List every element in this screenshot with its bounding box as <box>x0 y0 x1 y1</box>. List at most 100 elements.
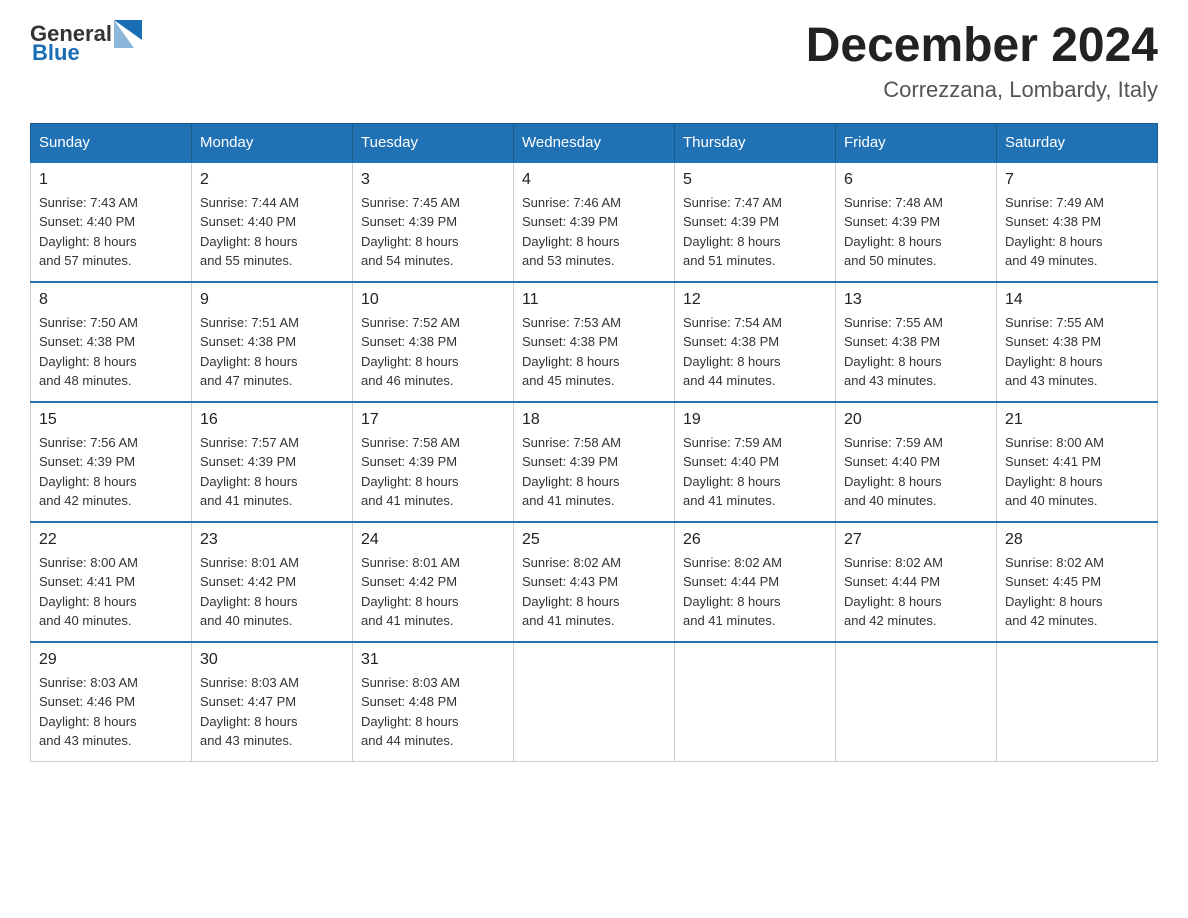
table-row: 14 Sunrise: 7:55 AM Sunset: 4:38 PM Dayl… <box>997 282 1158 402</box>
day-info: Sunrise: 8:00 AM Sunset: 4:41 PM Dayligh… <box>1005 433 1149 511</box>
table-row: 26 Sunrise: 8:02 AM Sunset: 4:44 PM Dayl… <box>675 522 836 642</box>
table-row: 29 Sunrise: 8:03 AM Sunset: 4:46 PM Dayl… <box>31 642 192 762</box>
table-row: 10 Sunrise: 7:52 AM Sunset: 4:38 PM Dayl… <box>353 282 514 402</box>
day-info: Sunrise: 8:01 AM Sunset: 4:42 PM Dayligh… <box>200 553 344 631</box>
day-number: 29 <box>39 651 183 669</box>
day-info: Sunrise: 7:58 AM Sunset: 4:39 PM Dayligh… <box>522 433 666 511</box>
day-number: 21 <box>1005 411 1149 429</box>
day-number: 17 <box>361 411 505 429</box>
table-row: 21 Sunrise: 8:00 AM Sunset: 4:41 PM Dayl… <box>997 402 1158 522</box>
day-info: Sunrise: 7:50 AM Sunset: 4:38 PM Dayligh… <box>39 313 183 391</box>
table-row <box>997 642 1158 762</box>
table-row: 19 Sunrise: 7:59 AM Sunset: 4:40 PM Dayl… <box>675 402 836 522</box>
location-title: Correzzana, Lombardy, Italy <box>806 77 1158 103</box>
header-saturday: Saturday <box>997 123 1158 162</box>
table-row <box>675 642 836 762</box>
table-row: 9 Sunrise: 7:51 AM Sunset: 4:38 PM Dayli… <box>192 282 353 402</box>
table-row: 18 Sunrise: 7:58 AM Sunset: 4:39 PM Dayl… <box>514 402 675 522</box>
day-info: Sunrise: 7:45 AM Sunset: 4:39 PM Dayligh… <box>361 193 505 271</box>
table-row: 8 Sunrise: 7:50 AM Sunset: 4:38 PM Dayli… <box>31 282 192 402</box>
calendar-week-row: 1 Sunrise: 7:43 AM Sunset: 4:40 PM Dayli… <box>31 162 1158 282</box>
day-number: 13 <box>844 291 988 309</box>
day-number: 31 <box>361 651 505 669</box>
calendar-week-row: 15 Sunrise: 7:56 AM Sunset: 4:39 PM Dayl… <box>31 402 1158 522</box>
day-info: Sunrise: 8:02 AM Sunset: 4:45 PM Dayligh… <box>1005 553 1149 631</box>
day-number: 26 <box>683 531 827 549</box>
day-number: 19 <box>683 411 827 429</box>
table-row: 20 Sunrise: 7:59 AM Sunset: 4:40 PM Dayl… <box>836 402 997 522</box>
day-number: 30 <box>200 651 344 669</box>
day-number: 6 <box>844 171 988 189</box>
calendar-header-row: Sunday Monday Tuesday Wednesday Thursday… <box>31 123 1158 162</box>
table-row: 2 Sunrise: 7:44 AM Sunset: 4:40 PM Dayli… <box>192 162 353 282</box>
day-info: Sunrise: 8:02 AM Sunset: 4:44 PM Dayligh… <box>683 553 827 631</box>
table-row: 6 Sunrise: 7:48 AM Sunset: 4:39 PM Dayli… <box>836 162 997 282</box>
day-number: 4 <box>522 171 666 189</box>
day-number: 2 <box>200 171 344 189</box>
table-row: 15 Sunrise: 7:56 AM Sunset: 4:39 PM Dayl… <box>31 402 192 522</box>
table-row: 11 Sunrise: 7:53 AM Sunset: 4:38 PM Dayl… <box>514 282 675 402</box>
day-info: Sunrise: 7:43 AM Sunset: 4:40 PM Dayligh… <box>39 193 183 271</box>
day-number: 3 <box>361 171 505 189</box>
day-info: Sunrise: 8:03 AM Sunset: 4:48 PM Dayligh… <box>361 673 505 751</box>
header-thursday: Thursday <box>675 123 836 162</box>
day-number: 16 <box>200 411 344 429</box>
day-number: 10 <box>361 291 505 309</box>
header-wednesday: Wednesday <box>514 123 675 162</box>
calendar-week-row: 8 Sunrise: 7:50 AM Sunset: 4:38 PM Dayli… <box>31 282 1158 402</box>
table-row: 3 Sunrise: 7:45 AM Sunset: 4:39 PM Dayli… <box>353 162 514 282</box>
table-row: 31 Sunrise: 8:03 AM Sunset: 4:48 PM Dayl… <box>353 642 514 762</box>
day-info: Sunrise: 7:47 AM Sunset: 4:39 PM Dayligh… <box>683 193 827 271</box>
day-info: Sunrise: 7:57 AM Sunset: 4:39 PM Dayligh… <box>200 433 344 511</box>
calendar-week-row: 29 Sunrise: 8:03 AM Sunset: 4:46 PM Dayl… <box>31 642 1158 762</box>
table-row: 24 Sunrise: 8:01 AM Sunset: 4:42 PM Dayl… <box>353 522 514 642</box>
day-info: Sunrise: 7:55 AM Sunset: 4:38 PM Dayligh… <box>844 313 988 391</box>
table-row: 1 Sunrise: 7:43 AM Sunset: 4:40 PM Dayli… <box>31 162 192 282</box>
table-row: 16 Sunrise: 7:57 AM Sunset: 4:39 PM Dayl… <box>192 402 353 522</box>
day-info: Sunrise: 7:59 AM Sunset: 4:40 PM Dayligh… <box>683 433 827 511</box>
day-number: 1 <box>39 171 183 189</box>
header-sunday: Sunday <box>31 123 192 162</box>
logo: General Blue <box>30 20 142 66</box>
day-info: Sunrise: 7:44 AM Sunset: 4:40 PM Dayligh… <box>200 193 344 271</box>
day-info: Sunrise: 7:51 AM Sunset: 4:38 PM Dayligh… <box>200 313 344 391</box>
day-number: 15 <box>39 411 183 429</box>
day-info: Sunrise: 7:52 AM Sunset: 4:38 PM Dayligh… <box>361 313 505 391</box>
day-info: Sunrise: 8:01 AM Sunset: 4:42 PM Dayligh… <box>361 553 505 631</box>
day-number: 25 <box>522 531 666 549</box>
day-info: Sunrise: 7:46 AM Sunset: 4:39 PM Dayligh… <box>522 193 666 271</box>
day-info: Sunrise: 8:02 AM Sunset: 4:43 PM Dayligh… <box>522 553 666 631</box>
table-row: 5 Sunrise: 7:47 AM Sunset: 4:39 PM Dayli… <box>675 162 836 282</box>
day-info: Sunrise: 7:49 AM Sunset: 4:38 PM Dayligh… <box>1005 193 1149 271</box>
table-row: 30 Sunrise: 8:03 AM Sunset: 4:47 PM Dayl… <box>192 642 353 762</box>
day-number: 23 <box>200 531 344 549</box>
calendar-week-row: 22 Sunrise: 8:00 AM Sunset: 4:41 PM Dayl… <box>31 522 1158 642</box>
day-info: Sunrise: 7:58 AM Sunset: 4:39 PM Dayligh… <box>361 433 505 511</box>
table-row <box>514 642 675 762</box>
table-row: 4 Sunrise: 7:46 AM Sunset: 4:39 PM Dayli… <box>514 162 675 282</box>
day-info: Sunrise: 8:03 AM Sunset: 4:46 PM Dayligh… <box>39 673 183 751</box>
day-number: 8 <box>39 291 183 309</box>
table-row: 17 Sunrise: 7:58 AM Sunset: 4:39 PM Dayl… <box>353 402 514 522</box>
day-number: 20 <box>844 411 988 429</box>
day-number: 9 <box>200 291 344 309</box>
day-number: 18 <box>522 411 666 429</box>
day-info: Sunrise: 7:53 AM Sunset: 4:38 PM Dayligh… <box>522 313 666 391</box>
day-info: Sunrise: 7:48 AM Sunset: 4:39 PM Dayligh… <box>844 193 988 271</box>
day-info: Sunrise: 7:56 AM Sunset: 4:39 PM Dayligh… <box>39 433 183 511</box>
table-row: 7 Sunrise: 7:49 AM Sunset: 4:38 PM Dayli… <box>997 162 1158 282</box>
logo-icon <box>114 20 142 48</box>
title-area: December 2024 Correzzana, Lombardy, Ital… <box>806 20 1158 103</box>
day-number: 14 <box>1005 291 1149 309</box>
month-title: December 2024 <box>806 20 1158 73</box>
table-row <box>836 642 997 762</box>
table-row: 22 Sunrise: 8:00 AM Sunset: 4:41 PM Dayl… <box>31 522 192 642</box>
day-info: Sunrise: 8:00 AM Sunset: 4:41 PM Dayligh… <box>39 553 183 631</box>
day-number: 22 <box>39 531 183 549</box>
header-monday: Monday <box>192 123 353 162</box>
table-row: 12 Sunrise: 7:54 AM Sunset: 4:38 PM Dayl… <box>675 282 836 402</box>
table-row: 25 Sunrise: 8:02 AM Sunset: 4:43 PM Dayl… <box>514 522 675 642</box>
day-number: 7 <box>1005 171 1149 189</box>
day-info: Sunrise: 8:02 AM Sunset: 4:44 PM Dayligh… <box>844 553 988 631</box>
day-number: 11 <box>522 291 666 309</box>
